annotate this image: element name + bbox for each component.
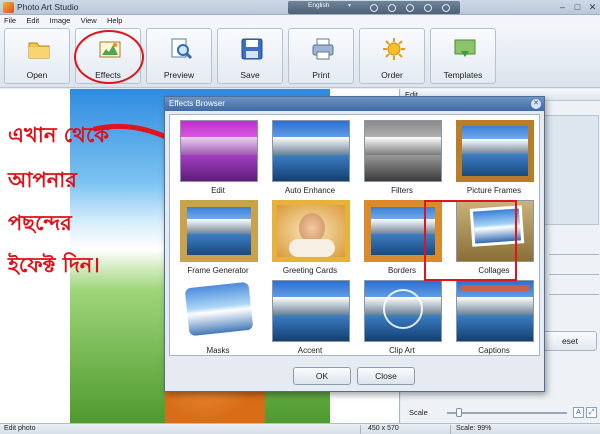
effect-label: Picture Frames <box>466 186 522 195</box>
scale-slider-thumb[interactable] <box>456 408 462 417</box>
order-label: Order <box>381 70 403 80</box>
effect-item-auto-enhance[interactable]: Auto Enhance <box>264 118 356 198</box>
menu-file[interactable]: File <box>0 15 20 26</box>
effect-label: Edit <box>211 186 225 195</box>
preview-label: Preview <box>163 70 195 80</box>
status-text: Edit photo <box>4 425 36 432</box>
close-button[interactable]: ✕ <box>586 1 599 13</box>
effect-label: Clip Art <box>389 346 415 355</box>
effect-label: Greeting Cards <box>282 266 338 275</box>
status-scale: Scale: 99% <box>456 425 492 432</box>
annotation-selection-box <box>424 200 517 281</box>
scale-slider-track[interactable] <box>447 412 567 414</box>
annotation-circle <box>74 30 144 84</box>
scale-control: Scale A ⤢ <box>401 405 600 421</box>
effects-grid: Edit Auto Enhance Filters Picture Frames… <box>169 114 540 356</box>
divider <box>360 425 361 434</box>
open-button[interactable]: Open <box>4 28 70 84</box>
help-icon[interactable] <box>424 4 432 12</box>
window-title: Photo Art Studio <box>17 2 79 12</box>
effect-label: Filters <box>391 186 413 195</box>
language-selector[interactable]: English <box>308 2 329 9</box>
effect-item-greeting-cards[interactable]: Greeting Cards <box>264 198 356 278</box>
effect-thumbnail <box>364 280 442 342</box>
effect-item-captions[interactable]: Captions <box>448 278 540 358</box>
menu-view[interactable]: View <box>77 15 101 26</box>
info-icon[interactable] <box>442 4 450 12</box>
effect-thumbnail <box>180 280 258 342</box>
chevron-down-icon[interactable]: ▾ <box>348 2 351 9</box>
dialog-close-button[interactable]: Close <box>357 367 415 385</box>
zoom-fit-icon[interactable]: A <box>573 407 584 418</box>
effect-thumbnail <box>180 120 258 182</box>
effect-thumbnail <box>456 280 534 342</box>
effect-thumbnail <box>180 200 258 262</box>
effect-label: Frame Generator <box>187 266 249 275</box>
effect-item-edit[interactable]: Edit <box>172 118 264 198</box>
status-image-size: 450 x 570 <box>368 425 399 432</box>
preview-icon <box>171 38 193 60</box>
effect-item-picture-frames[interactable]: Picture Frames <box>448 118 540 198</box>
effect-item-masks[interactable]: Masks <box>172 278 264 358</box>
app-icon <box>3 2 14 13</box>
maximize-button[interactable]: □ <box>571 1 584 13</box>
annotation-line-1: এখান থেকে <box>8 123 109 147</box>
effect-label: Auto Enhance <box>284 186 336 195</box>
effect-thumbnail <box>364 120 442 182</box>
dialog-title: Effects Browser <box>165 97 544 111</box>
order-icon <box>383 38 405 60</box>
menu-help[interactable]: Help <box>103 15 126 26</box>
effect-thumbnail <box>456 120 534 182</box>
main-toolbar: Open Effects Preview Save Print Order Te… <box>0 26 600 88</box>
templates-label: Templates <box>443 70 483 80</box>
print-button[interactable]: Print <box>288 28 354 84</box>
order-button[interactable]: Order <box>359 28 425 84</box>
effect-item-filters[interactable]: Filters <box>356 118 448 198</box>
divider <box>549 294 599 295</box>
save-icon <box>241 38 263 60</box>
effect-label: Accent <box>297 346 323 355</box>
effect-thumbnail <box>272 280 350 342</box>
divider <box>549 274 599 275</box>
language-strip: English ▾ <box>288 1 460 14</box>
annotation-line-2: আপনার <box>8 168 77 192</box>
reset-button[interactable]: eset <box>543 331 597 351</box>
scale-label: Scale <box>409 408 428 417</box>
person-icon[interactable] <box>370 4 378 12</box>
gear-icon[interactable] <box>388 4 396 12</box>
effect-item-accent[interactable]: Accent <box>264 278 356 358</box>
refresh-icon[interactable] <box>406 4 414 12</box>
menu-edit[interactable]: Edit <box>22 15 43 26</box>
annotation-line-4: ইফেক্ট দিন। <box>8 253 100 277</box>
save-label: Save <box>240 70 260 80</box>
effect-label: Masks <box>206 346 230 355</box>
minimize-button[interactable]: – <box>556 1 569 13</box>
preview-button[interactable]: Preview <box>146 28 212 84</box>
title-bar: Photo Art Studio English ▾ – □ ✕ <box>0 0 600 15</box>
menu-image[interactable]: Image <box>46 15 75 26</box>
effect-item-frame-generator[interactable]: Frame Generator <box>172 198 264 278</box>
divider <box>450 425 451 434</box>
effects-browser-dialog: Effects Browser ✕ Edit Auto Enhance Filt… <box>164 96 545 392</box>
templates-button[interactable]: Templates <box>430 28 496 84</box>
open-label: Open <box>26 70 48 80</box>
status-bar: Edit photo 450 x 570 Scale: 99% <box>0 423 600 434</box>
print-icon <box>312 38 334 60</box>
effect-label: Captions <box>478 346 510 355</box>
annotation-line-3: পছন্দের <box>8 211 72 235</box>
save-button[interactable]: Save <box>217 28 283 84</box>
right-panel-preview <box>543 115 599 225</box>
print-label: Print <box>312 70 330 80</box>
dialog-close-icon[interactable]: ✕ <box>531 99 541 109</box>
templates-icon <box>454 39 476 57</box>
folder-icon <box>28 42 50 59</box>
ok-button[interactable]: OK <box>293 367 351 385</box>
effect-thumbnail <box>272 120 350 182</box>
effect-thumbnail <box>272 200 350 262</box>
effect-item-clip-art[interactable]: Clip Art <box>356 278 448 358</box>
zoom-actual-icon[interactable]: ⤢ <box>586 407 597 418</box>
divider <box>549 254 599 255</box>
menu-bar: File Edit Image View Help <box>0 15 600 26</box>
